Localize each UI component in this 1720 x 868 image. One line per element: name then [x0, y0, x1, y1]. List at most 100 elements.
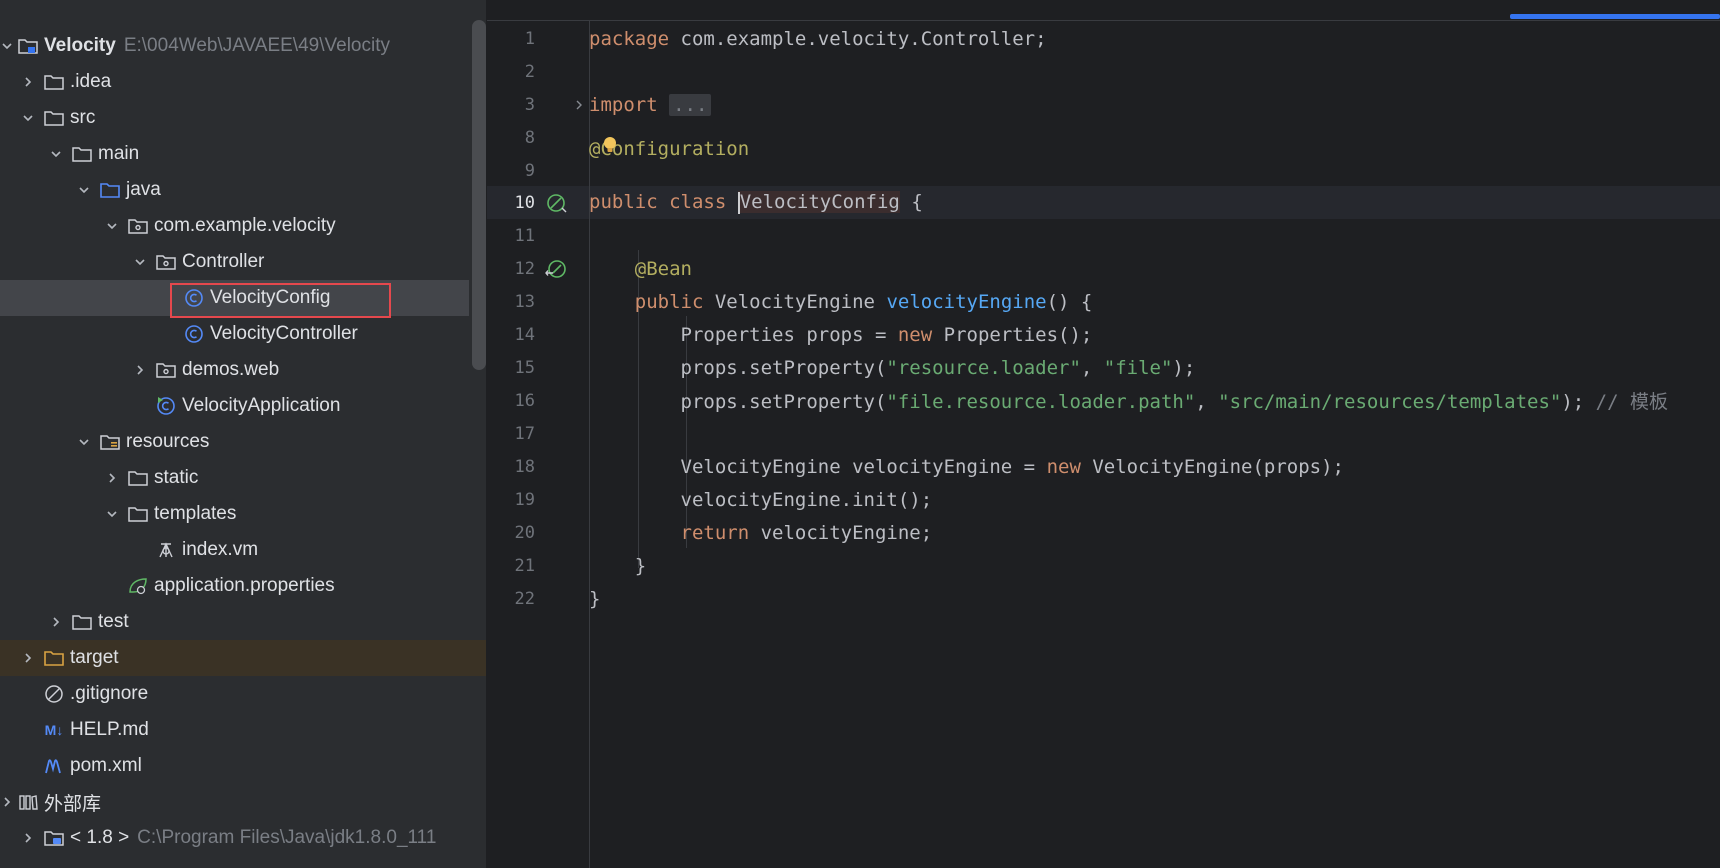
code-line-17[interactable]: 17 [487, 417, 1720, 450]
line-number: 1 [524, 28, 535, 49]
tree-item-help-md[interactable]: M↓ HELP.md [0, 712, 486, 748]
chevron-right-icon[interactable] [18, 72, 38, 92]
tree-item-external-libraries[interactable]: 外部库 [0, 784, 486, 820]
tree-item-target[interactable]: target [0, 640, 486, 676]
editor-tab-border [487, 20, 1720, 21]
code-line-20[interactable]: 20 return velocityEngine; [487, 516, 1720, 549]
tree-item-label: static [154, 467, 199, 488]
tree-item-label: pom.xml [70, 755, 142, 776]
jdk-icon [42, 827, 66, 849]
chevron-down-icon[interactable] [102, 216, 122, 236]
tree-item-package[interactable]: com.example.velocity [0, 208, 486, 244]
lightbulb-icon[interactable] [602, 136, 618, 154]
folder-icon [70, 143, 94, 165]
tree-root[interactable]: Velocity E:\004Web\JAVAEE\49\Velocity [0, 28, 486, 64]
tree-item-velocity-config[interactable]: VelocityConfig [0, 280, 469, 318]
code-line-9[interactable]: 9 @Configuration [487, 136, 1720, 187]
tree-item-idea[interactable]: .idea [0, 64, 486, 100]
chevron-down-icon[interactable] [46, 144, 66, 164]
code-token: com.example.velocity.Controller; [669, 27, 1047, 50]
tree-item-index-vm[interactable]: index.vm [0, 532, 486, 568]
chevron-down-icon[interactable] [0, 36, 14, 56]
code-line-12[interactable]: 12 @Bean [487, 252, 1720, 285]
code-line-15[interactable]: 15 props.setProperty("resource.loader", … [487, 351, 1720, 384]
fold-expand-icon[interactable] [573, 99, 585, 111]
tree-item-jdk[interactable]: < 1.8 > C:\Program Files\Java\jdk1.8.0_1… [0, 820, 486, 856]
tree-item-test[interactable]: test [0, 604, 486, 640]
tree-item-resources[interactable]: resources [0, 424, 486, 460]
module-folder-icon [16, 35, 40, 57]
code-token: new [897, 323, 933, 346]
code-line-1[interactable]: 1 package com.example.velocity.Controlle… [487, 22, 1720, 55]
line-number: 18 [514, 456, 535, 477]
chevron-right-icon[interactable] [46, 612, 66, 632]
code-line-22[interactable]: 22 } [487, 582, 1720, 615]
tree-item-pom-xml[interactable]: pom.xml [0, 748, 486, 784]
class-icon [182, 323, 206, 345]
string-token: "src/main/resources/templates" [1218, 391, 1562, 413]
code-line-19[interactable]: 19 velocityEngine.init(); [487, 483, 1720, 516]
chevron-right-icon[interactable] [130, 360, 150, 380]
code-token: ); [1561, 391, 1596, 413]
tree-item-controller[interactable]: Controller [0, 244, 486, 280]
tree-item-velocity-controller[interactable]: VelocityController [0, 316, 486, 352]
code-line-11[interactable]: 11 [487, 219, 1720, 252]
code-line-14[interactable]: 14 Properties props = new Properties(); [487, 318, 1720, 351]
code-editor[interactable]: 1 package com.example.velocity.Controlle… [487, 0, 1720, 868]
tree-item-static[interactable]: static [0, 460, 486, 496]
tree-item-label: target [70, 647, 119, 668]
tree-item-main[interactable]: main [0, 136, 486, 172]
chevron-down-icon[interactable] [18, 108, 38, 128]
tree-item-velocity-application[interactable]: VelocityApplication [0, 388, 486, 424]
excluded-folder-icon [42, 647, 66, 669]
code-token: , [1195, 391, 1219, 413]
chevron-down-icon[interactable] [130, 252, 150, 272]
tree-item-java[interactable]: java [0, 172, 486, 208]
tree-item-label: Controller [182, 251, 265, 272]
code-line-2[interactable]: 2 [487, 55, 1720, 88]
spring-boot-class-icon [154, 395, 178, 417]
line-number: 21 [514, 555, 535, 576]
code-token: return [680, 521, 750, 544]
code-line-18[interactable]: 18 VelocityEngine velocityEngine = new V… [487, 450, 1720, 483]
resources-folder-icon [98, 431, 122, 453]
line-number: 10 [514, 192, 535, 213]
chevron-down-icon[interactable] [102, 504, 122, 524]
tree-item-application-properties[interactable]: application.properties [0, 568, 486, 604]
chevron-right-icon[interactable] [18, 648, 38, 668]
code-token: () { [1046, 290, 1093, 313]
chevron-down-icon[interactable] [74, 432, 94, 452]
comment-token: // 模板 [1595, 391, 1668, 413]
code-line-13[interactable]: 13 public VelocityEngine velocityEngine(… [487, 285, 1720, 318]
folded-imports[interactable]: ... [669, 93, 712, 116]
folder-icon [42, 107, 66, 129]
code-token: VelocityEngine [703, 290, 887, 313]
code-token: } [634, 554, 647, 577]
code-line-21[interactable]: 21 } [487, 549, 1720, 582]
code-line-16[interactable]: 16 props.setProperty("file.resource.load… [487, 384, 1720, 417]
tree-item-src[interactable]: src [0, 100, 486, 136]
tree-item-label: .idea [70, 71, 112, 92]
bean-navigate-icon[interactable] [545, 258, 567, 280]
code-token: VelocityEngine velocityEngine = [680, 455, 1047, 478]
chevron-right-icon[interactable] [0, 792, 14, 812]
code-line-10[interactable]: 10 public class VelocityConfig { [487, 186, 1720, 219]
spring-bean-icon[interactable] [545, 192, 567, 214]
code-token: , [1080, 356, 1104, 379]
code-token: Properties props = [680, 323, 898, 346]
project-tree: Velocity E:\004Web\JAVAEE\49\Velocity .i… [0, 28, 486, 856]
chevron-right-icon[interactable] [18, 828, 38, 848]
chevron-right-icon[interactable] [102, 468, 122, 488]
chevron-down-icon[interactable] [74, 180, 94, 200]
tree-item-label: VelocityController [210, 323, 358, 344]
source-folder-icon [98, 179, 122, 201]
tree-scrollbar[interactable] [472, 20, 486, 370]
tree-item-label: src [70, 107, 96, 128]
code-token: } [589, 587, 601, 610]
code-line-3[interactable]: 3 import ... [487, 88, 1720, 121]
tree-item-templates[interactable]: templates [0, 496, 486, 532]
tree-item-gitignore[interactable]: .gitignore [0, 676, 486, 712]
folder-icon [42, 71, 66, 93]
tree-item-label: VelocityApplication [182, 395, 341, 416]
tree-item-demos-web[interactable]: demos.web [0, 352, 486, 388]
